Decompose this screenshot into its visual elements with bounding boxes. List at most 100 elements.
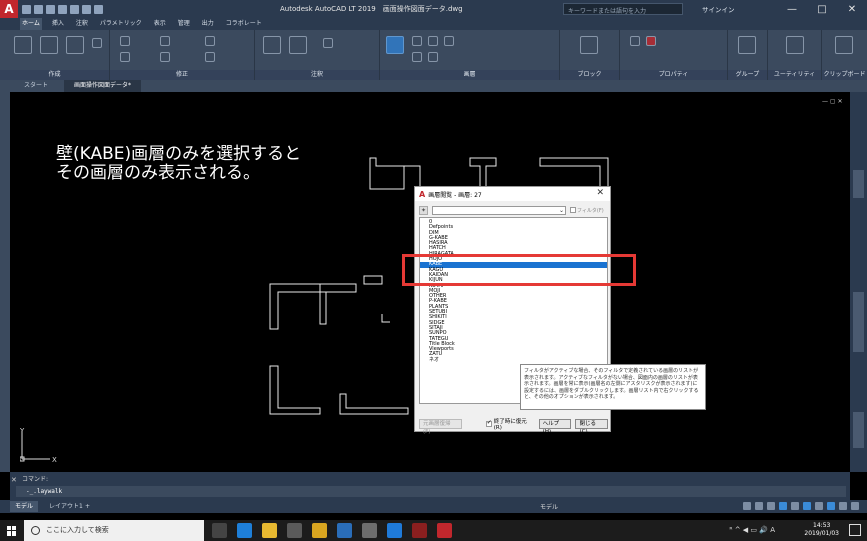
trim-tool-icon[interactable] <box>205 36 215 46</box>
otrack-icon[interactable] <box>803 502 811 510</box>
autocad-taskbar-icon[interactable] <box>437 523 452 538</box>
workspace-gear-icon[interactable] <box>839 502 847 510</box>
task-view-icon[interactable] <box>212 523 227 538</box>
app2-icon[interactable] <box>412 523 427 538</box>
paste-icon[interactable] <box>835 36 853 54</box>
layer-item[interactable]: ネオ <box>420 357 607 363</box>
filter-icon[interactable]: ✦ <box>419 205 428 215</box>
text-tool-icon[interactable] <box>263 36 281 54</box>
layer-properties-icon[interactable] <box>386 36 404 54</box>
notification-icon[interactable] <box>849 524 861 536</box>
circle-tool-icon[interactable] <box>66 36 84 54</box>
match-properties-icon[interactable] <box>630 36 640 46</box>
osnap-icon[interactable] <box>791 502 799 510</box>
palette-tab-3[interactable] <box>853 412 864 448</box>
layer-isolate-icon[interactable] <box>428 52 438 62</box>
viewport-controls[interactable]: — ▢ ✕ <box>822 98 843 105</box>
mail-icon[interactable] <box>287 523 302 538</box>
undo-icon[interactable] <box>82 4 91 14</box>
layer-lock-icon[interactable] <box>444 36 454 46</box>
lineweight-icon[interactable] <box>815 502 823 510</box>
layer-freeze-icon[interactable] <box>428 36 438 46</box>
tab-manage[interactable]: 管理 <box>176 18 192 30</box>
help-button[interactable]: ヘルプ(H) <box>538 419 572 435</box>
panel-label-clipboard[interactable]: クリップボード <box>822 70 867 80</box>
start-button[interactable] <box>0 520 24 541</box>
signin-button[interactable]: サインイン <box>702 4 735 14</box>
add-layout-button[interactable]: + <box>80 501 95 512</box>
panel-label-properties[interactable]: プロパティ <box>620 70 727 80</box>
leader-tool-icon[interactable] <box>323 38 333 48</box>
restore-layer-button[interactable]: 元画層復帰(F) <box>419 419 462 435</box>
app-icon[interactable] <box>337 523 352 538</box>
save-as-icon[interactable] <box>58 4 67 14</box>
redo-icon[interactable] <box>94 4 103 14</box>
filter-checkbox-box[interactable] <box>570 207 576 213</box>
save-icon[interactable] <box>46 4 55 14</box>
restore-on-exit-checkbox[interactable]: 終了時に復元(R) <box>485 417 535 431</box>
snap-icon[interactable] <box>755 502 763 510</box>
panel-label-utilities[interactable]: ユーティリティ <box>768 70 821 80</box>
tab-insert[interactable]: 挿入 <box>50 18 66 30</box>
command-close-icon[interactable]: ✕ <box>11 476 17 484</box>
palette-tab-2[interactable] <box>853 292 864 352</box>
edge-icon[interactable] <box>237 523 252 538</box>
rotate-tool-icon[interactable] <box>160 36 170 46</box>
system-tray-icons[interactable]: ᴿ ^ ◀ ▭ 🔊 A <box>729 526 775 534</box>
panel-label-layers[interactable]: 画層 <box>380 70 559 80</box>
polyline-tool-icon[interactable] <box>40 36 58 54</box>
color-swatch-icon[interactable] <box>646 36 656 46</box>
move-tool-icon[interactable] <box>120 36 130 46</box>
copy-tool-icon[interactable] <box>120 52 130 62</box>
tab-parametric[interactable]: パラメトリック <box>98 18 144 30</box>
store-icon[interactable] <box>312 523 327 538</box>
polar-icon[interactable] <box>779 502 787 510</box>
tab-start[interactable]: スタート <box>14 80 58 92</box>
measure-icon[interactable] <box>786 36 804 54</box>
taskbar-search[interactable]: ここに入力して検索 <box>24 520 204 541</box>
tab-output[interactable]: 出力 <box>200 18 216 30</box>
panel-label-annotation[interactable]: 注釈 <box>255 70 379 80</box>
clock[interactable]: 14:53 2019/01/03 <box>804 522 839 538</box>
explorer-icon[interactable] <box>262 523 277 538</box>
maximize-button[interactable]: □ <box>807 0 837 18</box>
fillet-tool-icon[interactable] <box>205 52 215 62</box>
panel-label-block[interactable]: ブロック <box>560 70 619 80</box>
app-menu-button[interactable]: A <box>0 0 18 18</box>
tab-home[interactable]: ホーム <box>20 18 42 30</box>
layer-walk-icon[interactable] <box>412 52 422 62</box>
media-icon[interactable] <box>362 523 377 538</box>
restore-on-exit-checkbox-box[interactable] <box>485 419 492 427</box>
close-window-button[interactable]: ✕ <box>837 0 867 18</box>
model-space-toggle[interactable]: モデル <box>540 502 558 511</box>
panel-label-modify[interactable]: 修正 <box>110 70 254 80</box>
customize-icon[interactable] <box>851 502 859 510</box>
tab-view[interactable]: 表示 <box>152 18 168 30</box>
close-dialog-button[interactable]: 閉じる(C) <box>575 419 608 435</box>
tab-annotate[interactable]: 注釈 <box>74 18 90 30</box>
ortho-icon[interactable] <box>767 502 775 510</box>
ie-icon[interactable] <box>387 523 402 538</box>
group-icon[interactable] <box>738 36 756 54</box>
panel-label-groups[interactable]: グループ <box>728 70 767 80</box>
insert-block-icon[interactable] <box>580 36 598 54</box>
help-search-input[interactable]: キーワードまたは語句を入力 <box>563 3 683 15</box>
annotation-scale-icon[interactable] <box>827 502 835 510</box>
new-file-icon[interactable] <box>22 4 31 14</box>
ime-indicator[interactable]: A <box>770 526 775 534</box>
dialog-close-button[interactable]: ✕ <box>596 188 604 198</box>
palette-tab-1[interactable] <box>853 170 864 198</box>
arc-tool-icon[interactable] <box>92 38 102 48</box>
filter-checkbox[interactable]: フィルタ(F) <box>570 207 604 214</box>
grid-icon[interactable] <box>743 502 751 510</box>
panel-label-draw[interactable]: 作成 <box>0 70 109 80</box>
layer-state-icon[interactable] <box>412 36 422 46</box>
dimension-tool-icon[interactable] <box>289 36 307 54</box>
plot-icon[interactable] <box>70 4 79 14</box>
line-tool-icon[interactable] <box>14 36 32 54</box>
minimize-button[interactable]: — <box>777 0 807 18</box>
layout-tab-model[interactable]: モデル <box>10 501 39 512</box>
filter-dropdown[interactable]: ⌄ <box>432 205 566 215</box>
tab-drawing[interactable]: 画面操作図面データ* <box>64 80 142 92</box>
open-file-icon[interactable] <box>34 4 43 14</box>
